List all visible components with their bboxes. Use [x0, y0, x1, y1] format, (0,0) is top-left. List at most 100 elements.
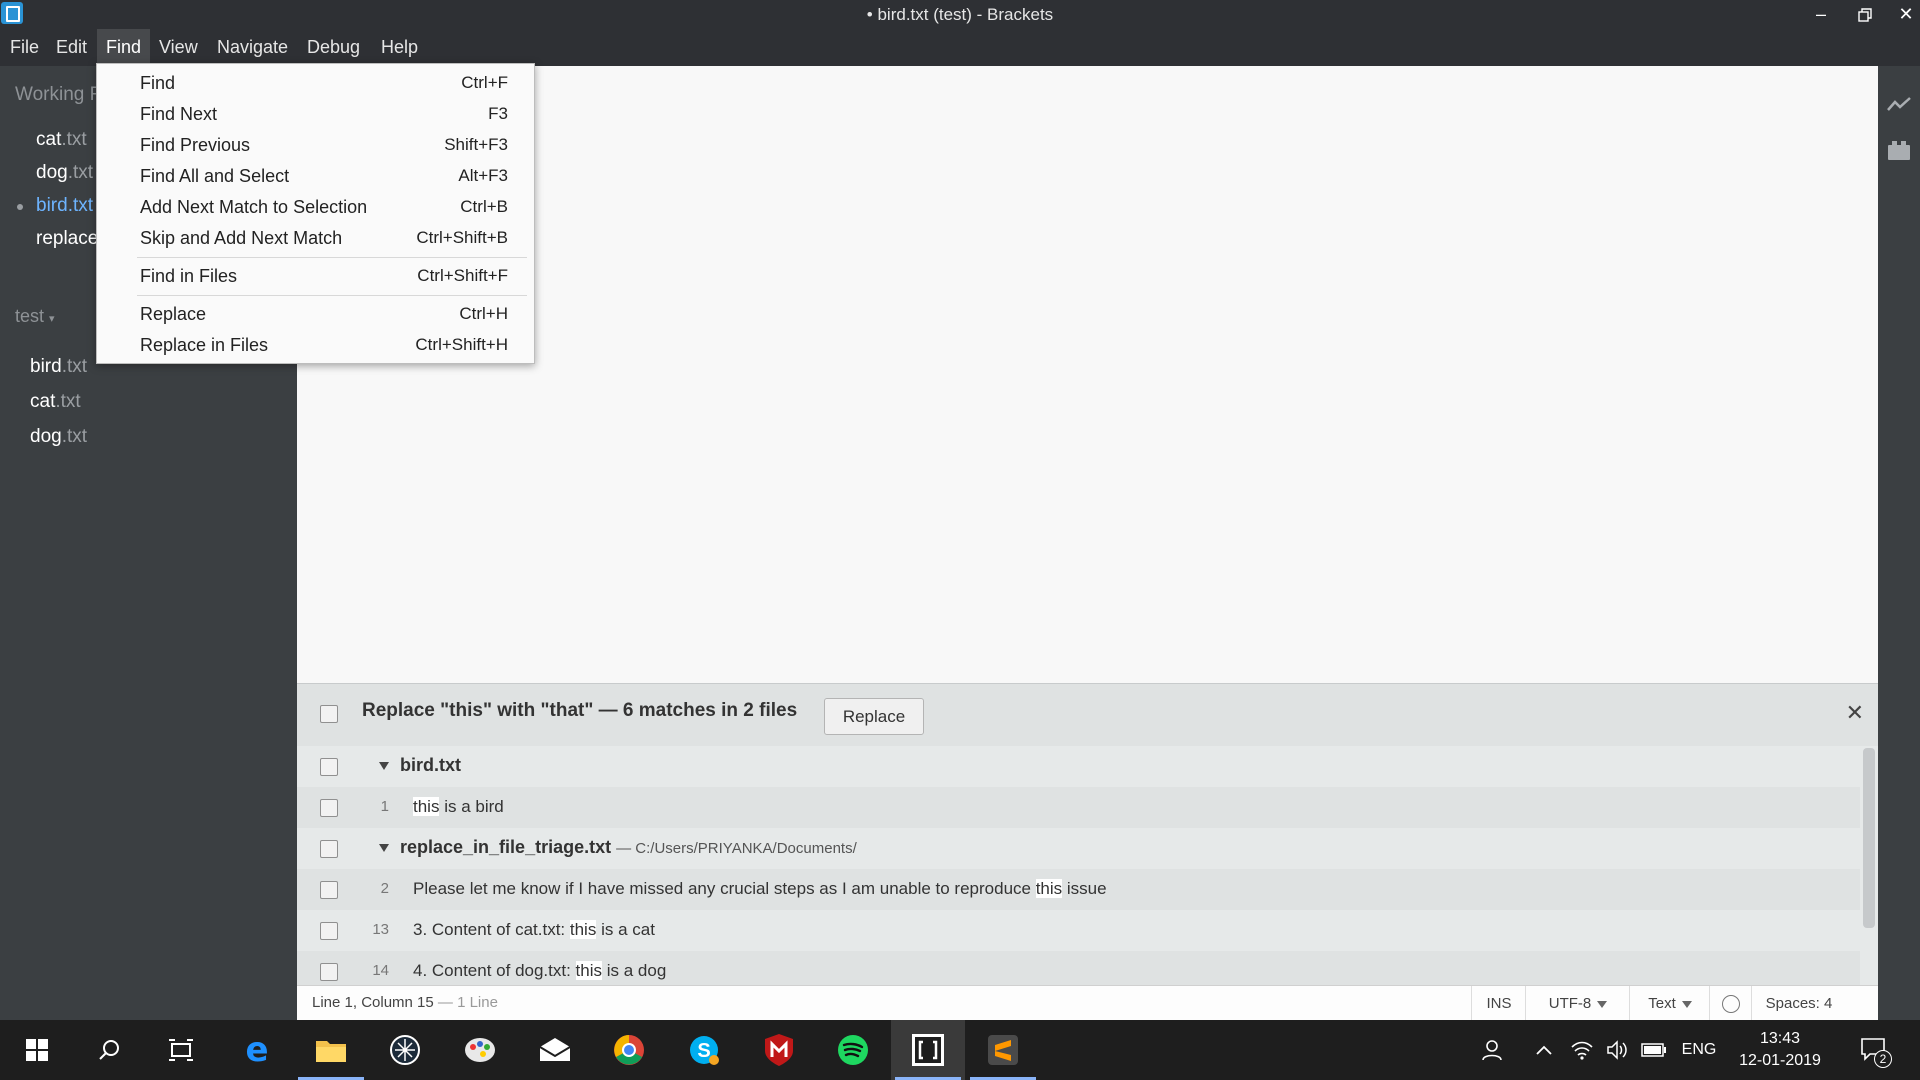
working-files-title: Working F	[15, 84, 102, 105]
spotify-icon[interactable]	[816, 1020, 890, 1080]
menu-item-replace[interactable]: Replace Ctrl+H	[97, 299, 534, 330]
project-title[interactable]: test ▾	[15, 306, 55, 327]
working-file-item[interactable]: dog.txt	[36, 162, 93, 184]
menu-find[interactable]: Find	[97, 29, 151, 66]
select-all-checkbox[interactable]	[320, 705, 338, 723]
match-checkbox[interactable]	[320, 963, 338, 981]
edge-icon[interactable]: e	[220, 1020, 294, 1080]
title-bar: • bird.txt (test) - Brackets – ✕	[0, 0, 1920, 29]
restore-icon[interactable]	[1847, 0, 1883, 29]
mcafee-icon[interactable]	[742, 1020, 816, 1080]
start-icon[interactable]	[0, 1020, 74, 1080]
match-text: this is a bird	[413, 797, 504, 816]
line-number: 14	[372, 962, 389, 979]
indent-setting[interactable]: Spaces: 4	[1751, 986, 1846, 1021]
sublime-icon[interactable]	[966, 1020, 1040, 1080]
menu-edit[interactable]: Edit	[56, 29, 87, 66]
project-file-item[interactable]: bird.txt	[30, 356, 87, 378]
line-number: 2	[380, 880, 389, 897]
menu-item-find-previous[interactable]: Find Previous Shift+F3	[97, 130, 534, 161]
brackets-icon[interactable]	[891, 1020, 965, 1080]
match-row[interactable]: 13 3. Content of cat.txt: this is a cat	[297, 910, 1860, 951]
chevron-down-icon[interactable]	[379, 762, 389, 770]
match-checkbox[interactable]	[320, 922, 338, 940]
app-icon[interactable]	[368, 1020, 442, 1080]
search-results-header: Replace "this" with "that" — 6 matches i…	[297, 683, 1878, 747]
working-file-item[interactable]: replace	[36, 228, 98, 250]
encoding-select[interactable]: UTF-8	[1525, 986, 1630, 1021]
menu-bar: File Edit Find View Navigate Debug Help	[0, 29, 1920, 66]
project-file-item[interactable]: cat.txt	[30, 391, 81, 413]
system-clock[interactable]: 13:43 12-01-2019	[1725, 1028, 1835, 1072]
skype-icon[interactable]: S	[667, 1020, 741, 1080]
results-scrollbar[interactable]	[1860, 746, 1878, 985]
match-highlight: this	[1035, 879, 1063, 898]
scrollbar-thumb[interactable]	[1863, 748, 1875, 928]
taskbar: e S ENG 13:43 12-01-2019 2	[0, 1020, 1920, 1080]
project-file-item[interactable]: dog.txt	[30, 426, 87, 448]
linter-circle-icon	[1722, 995, 1740, 1014]
paint-icon[interactable]	[443, 1020, 517, 1080]
menu-item-replace-in-files[interactable]: Replace in Files Ctrl+Shift+H	[97, 330, 534, 361]
unsaved-dot-icon	[17, 204, 23, 210]
chevron-down-icon	[1597, 1000, 1608, 1008]
result-file-name: replace_in_file_triage.txt — C:/Users/PR…	[400, 837, 857, 857]
svg-text:S: S	[697, 1040, 710, 1062]
replace-button[interactable]: Replace	[824, 698, 924, 735]
file-group-row[interactable]: bird.txt	[297, 746, 1860, 787]
match-checkbox[interactable]	[320, 881, 338, 899]
match-text: 4. Content of dog.txt: this is a dog	[413, 961, 667, 980]
linter-status[interactable]	[1709, 986, 1752, 1021]
match-row[interactable]: 2 Please let me know if I have missed an…	[297, 869, 1860, 910]
menu-file[interactable]: File	[10, 29, 39, 66]
language-indicator[interactable]: ENG	[1674, 1020, 1724, 1080]
close-icon[interactable]: ✕	[1846, 700, 1864, 726]
chrome-icon[interactable]	[592, 1020, 666, 1080]
menu-item-find-next[interactable]: Find Next F3	[97, 99, 534, 130]
file-group-row[interactable]: replace_in_file_triage.txt — C:/Users/PR…	[297, 828, 1860, 869]
battery-icon[interactable]	[1636, 1020, 1672, 1080]
notification-icon[interactable]: 2	[1852, 1020, 1896, 1080]
menu-debug[interactable]: Debug	[307, 29, 360, 66]
right-toolbar	[1878, 66, 1920, 1020]
insert-mode-indicator[interactable]: INS	[1471, 986, 1526, 1021]
match-row[interactable]: 1 this is a bird	[297, 787, 1860, 828]
working-file-item-active[interactable]: bird.txt	[36, 195, 93, 217]
result-file-name: bird.txt	[400, 755, 461, 775]
result-file-path: — C:/Users/PRIYANKA/Documents/	[616, 840, 857, 857]
wifi-icon[interactable]	[1564, 1020, 1600, 1080]
working-file-item[interactable]: cat.txt	[36, 129, 87, 151]
menu-help[interactable]: Help	[381, 29, 418, 66]
match-row[interactable]: 14 4. Content of dog.txt: this is a dog	[297, 951, 1860, 985]
menu-item-add-next-match[interactable]: Add Next Match to Selection Ctrl+B	[97, 192, 534, 223]
find-menu-dropdown: Find Ctrl+F Find Next F3 Find Previous Shif…	[96, 63, 535, 364]
people-icon[interactable]	[1474, 1020, 1510, 1080]
file-checkbox[interactable]	[320, 840, 338, 858]
language-select[interactable]: Text	[1629, 986, 1710, 1021]
volume-icon[interactable]	[1600, 1020, 1636, 1080]
extension-manager-icon[interactable]	[1887, 138, 1911, 162]
close-icon[interactable]: ✕	[1888, 0, 1920, 29]
cursor-position[interactable]: Line 1, Column 15 — 1 Line	[312, 994, 498, 1011]
menu-item-find-all-and-select[interactable]: Find All and Select Alt+F3	[97, 161, 534, 192]
live-preview-icon[interactable]	[1887, 94, 1911, 118]
status-bar: Line 1, Column 15 — 1 Line INS UTF-8 Tex…	[297, 985, 1878, 1021]
search-icon[interactable]	[72, 1020, 146, 1080]
file-explorer-icon[interactable]	[294, 1020, 368, 1080]
menu-navigate[interactable]: Navigate	[217, 29, 288, 66]
match-highlight: this	[413, 797, 440, 816]
menu-item-find[interactable]: Find Ctrl+F	[97, 68, 534, 99]
menu-item-find-in-files[interactable]: Find in Files Ctrl+Shift+F	[97, 261, 534, 292]
match-highlight: this	[569, 920, 597, 939]
menu-view[interactable]: View	[159, 29, 198, 66]
task-view-icon[interactable]	[144, 1020, 218, 1080]
file-checkbox[interactable]	[320, 758, 338, 776]
mail-icon[interactable]	[518, 1020, 592, 1080]
menu-separator	[137, 295, 527, 296]
chevron-down-icon[interactable]	[379, 844, 389, 852]
chevron-up-icon[interactable]	[1528, 1020, 1560, 1080]
menu-item-skip-and-add-next-match[interactable]: Skip and Add Next Match Ctrl+Shift+B	[97, 223, 534, 254]
match-checkbox[interactable]	[320, 799, 338, 817]
minimize-icon[interactable]: –	[1803, 0, 1839, 29]
match-text: 3. Content of cat.txt: this is a cat	[413, 920, 655, 939]
